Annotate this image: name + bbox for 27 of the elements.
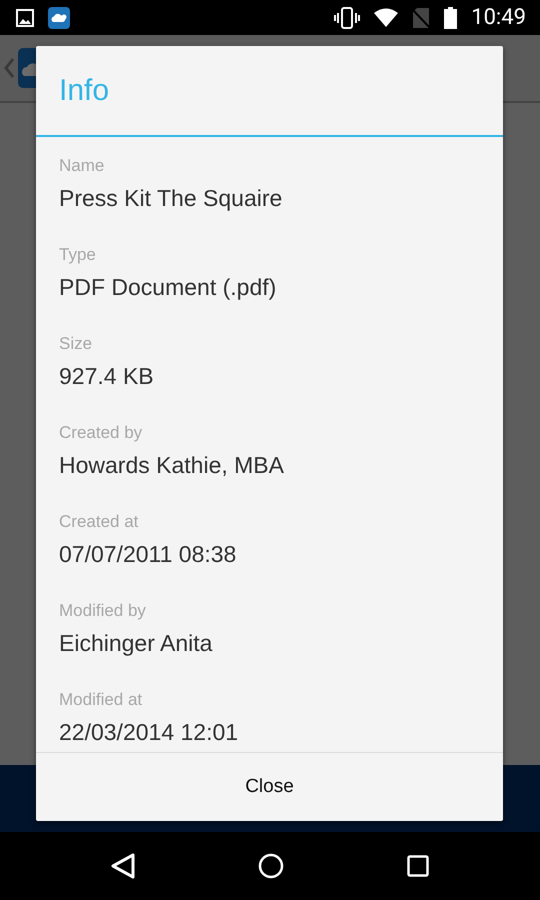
cloud-logo-icon: [18, 48, 36, 88]
field-label: Size: [59, 333, 94, 355]
field-value: Howards Kathie, MBA: [59, 451, 285, 480]
field-label: Created by: [59, 422, 144, 444]
status-time: 10:49: [471, 5, 526, 30]
battery-icon: [444, 6, 458, 28]
dialog-title: Info: [59, 74, 110, 108]
field-value: PDF Document (.pdf): [59, 273, 278, 302]
field-label: Name: [59, 155, 106, 177]
field-label: Modified by: [59, 600, 147, 622]
home-icon[interactable]: [258, 853, 284, 879]
field-value: 07/07/2011 08:38: [59, 540, 238, 569]
field-label: Modified at: [59, 689, 144, 711]
recent-apps-icon[interactable]: [406, 855, 429, 877]
close-button[interactable]: Close: [36, 753, 503, 821]
field-value: Press Kit The Squaire: [59, 184, 284, 213]
wifi-icon: [374, 8, 398, 27]
field-label: Type: [59, 244, 97, 266]
no-sim-icon: [412, 6, 430, 28]
vibrate-icon: [334, 6, 360, 28]
image-icon: [16, 8, 34, 26]
field-value: 22/03/2014 12:01: [59, 718, 240, 747]
field-value: Eichinger Anita: [59, 629, 214, 658]
field-label: Created at: [59, 511, 140, 533]
back-icon[interactable]: [111, 853, 136, 879]
field-value: 927.4 KB: [59, 362, 155, 391]
cloud-app-icon: [48, 6, 70, 28]
